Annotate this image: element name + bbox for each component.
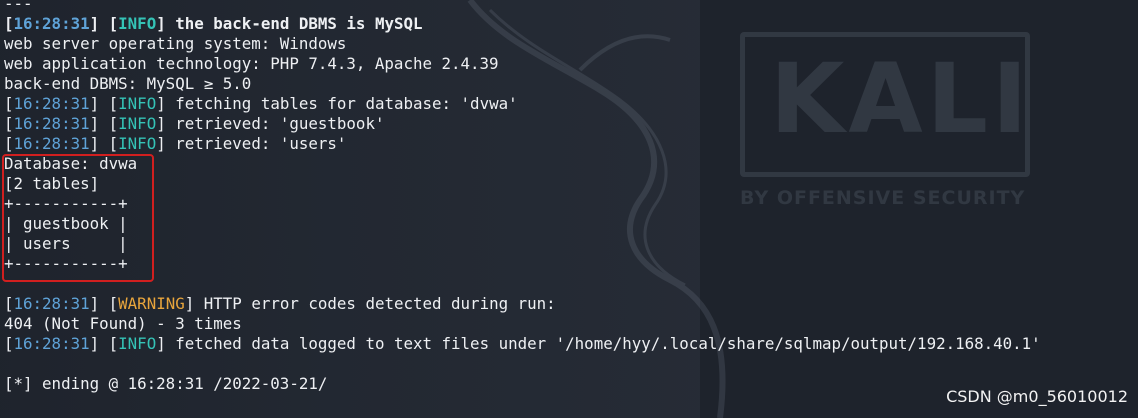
- log-message: fetched data logged to text files under …: [175, 334, 1041, 353]
- log-message: retrieved: 'users': [175, 134, 347, 153]
- log-level: INFO: [118, 134, 157, 153]
- log-message: the back-end DBMS is MySQL: [175, 14, 423, 33]
- terminal-output[interactable]: --- [16:28:31] [INFO] the back-end DBMS i…: [4, 0, 1134, 394]
- terminal-line: [16:28:31] [INFO] the back-end DBMS is M…: [4, 14, 423, 33]
- terminal-line: [16:28:31] [INFO] fetched data logged to…: [4, 334, 1041, 353]
- terminal-line: ---: [4, 0, 1134, 14]
- terminal-line: +-----------+: [4, 194, 1134, 214]
- log-level: INFO: [118, 334, 157, 353]
- terminal-line: [16:28:31] [INFO] retrieved: 'users': [4, 134, 347, 153]
- output-text: [*] ending @ 16:28:31 /2022-03-21/: [4, 374, 328, 393]
- terminal-line: [16:28:31] [WARNING] HTTP error codes de…: [4, 294, 556, 313]
- terminal-line: web server operating system: Windows: [4, 34, 1134, 54]
- terminal-line: +-----------+: [4, 254, 1134, 274]
- csdn-watermark: CSDN @m0_56010012: [946, 387, 1128, 406]
- log-timestamp: 16:28:31: [13, 94, 90, 113]
- terminal-line: web application technology: PHP 7.4.3, A…: [4, 54, 1134, 74]
- log-message: HTTP error codes detected during run:: [203, 294, 556, 313]
- output-text: web server operating system: Windows: [4, 34, 347, 53]
- log-timestamp: 16:28:31: [13, 14, 90, 33]
- terminal-line: [2 tables]: [4, 174, 1134, 194]
- log-level: INFO: [118, 94, 157, 113]
- log-timestamp: 16:28:31: [13, 134, 90, 153]
- terminal-line: back-end DBMS: MySQL ≥ 5.0: [4, 74, 1134, 94]
- log-timestamp: 16:28:31: [13, 294, 90, 313]
- log-message: fetching tables for database: 'dvwa': [175, 94, 518, 113]
- highlight-box: [2, 154, 154, 282]
- log-timestamp: 16:28:31: [13, 334, 90, 353]
- log-timestamp: 16:28:31: [13, 114, 90, 133]
- log-message: retrieved: 'guestbook': [175, 114, 385, 133]
- output-text: web application technology: PHP 7.4.3, A…: [4, 54, 499, 73]
- terminal-line: 404 (Not Found) - 3 times: [4, 314, 1134, 334]
- terminal-line: | guestbook |: [4, 214, 1134, 234]
- terminal-line: | users |: [4, 234, 1134, 254]
- log-level: INFO: [118, 114, 157, 133]
- terminal-line: Database: dvwa: [4, 154, 1134, 174]
- log-level: INFO: [118, 14, 157, 33]
- terminal-line: [16:28:31] [INFO] retrieved: 'guestbook': [4, 114, 385, 133]
- output-text: ---: [4, 0, 33, 13]
- output-text: 404 (Not Found) - 3 times: [4, 314, 242, 333]
- output-text: back-end DBMS: MySQL ≥ 5.0: [4, 74, 252, 93]
- terminal-line: [16:28:31] [INFO] fetching tables for da…: [4, 94, 518, 113]
- log-level: WARNING: [118, 294, 185, 313]
